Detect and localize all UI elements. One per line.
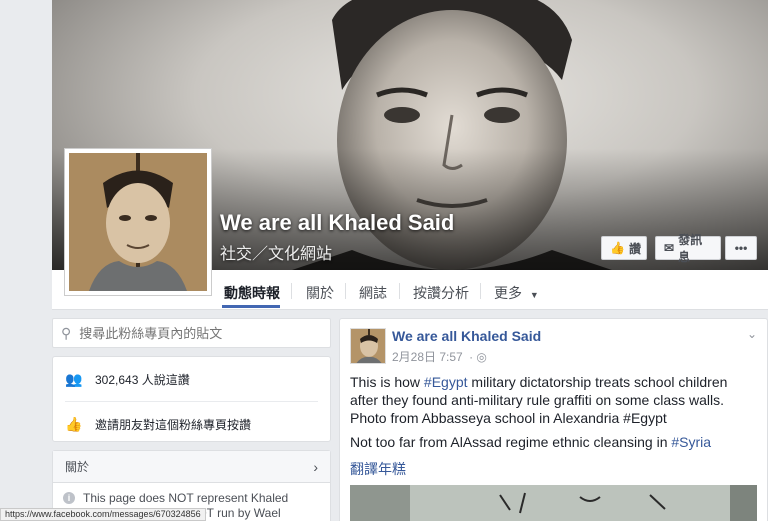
hashtag-egypt[interactable]: #Egypt — [424, 374, 468, 390]
post-timestamp[interactable]: 2月28日 7:57 — [392, 350, 463, 364]
like-button[interactable]: 👍 讚 — [601, 236, 647, 260]
avatar-portrait — [351, 329, 385, 363]
chevron-right-icon: › — [313, 458, 318, 475]
people-icon: 👥 — [65, 370, 83, 387]
tab-divider — [291, 283, 292, 299]
page-post-search[interactable]: ⚲ — [52, 318, 331, 348]
tab-divider — [480, 283, 481, 299]
thumbs-up-icon: 👍 — [65, 415, 83, 432]
more-options-button[interactable]: ••• — [725, 236, 757, 260]
post-text-segment: This is how — [350, 374, 424, 390]
post-photo[interactable] — [350, 485, 757, 521]
post-author-avatar[interactable] — [350, 328, 386, 364]
message-icon: ✉ — [664, 241, 675, 255]
info-icon: i — [63, 492, 75, 504]
likes-count-row[interactable]: 👥 302,643 人說這讚 — [53, 357, 330, 401]
post-text: This is how #Egypt military dictatorship… — [350, 373, 755, 457]
search-input[interactable] — [79, 325, 320, 341]
tab-divider — [399, 283, 400, 299]
post-paragraph-1: This is how #Egypt military dictatorship… — [350, 373, 755, 427]
tab-more[interactable]: 更多 ▼ — [494, 283, 539, 303]
profile-portrait-illustration — [69, 153, 207, 291]
page-stats-card: 👥 302,643 人說這讚 👍 邀請朋友對這個粉絲專頁按讚 — [52, 356, 331, 442]
tab-notes[interactable]: 網誌 — [359, 283, 387, 303]
graffiti-wall-photo — [350, 485, 757, 521]
tab-timeline[interactable]: 動態時報 — [224, 283, 280, 303]
browser-status-bar: https://www.facebook.com/messages/670324… — [0, 508, 206, 521]
tab-divider — [345, 283, 346, 299]
hashtag-syria[interactable]: #Syria — [671, 434, 711, 450]
active-tab-indicator — [222, 305, 280, 308]
profile-picture[interactable] — [64, 148, 212, 296]
page-title[interactable]: We are all Khaled Said — [220, 210, 454, 236]
about-header[interactable]: 關於 › — [53, 451, 330, 483]
thumbs-up-icon: 👍 — [610, 241, 625, 255]
post-author-name[interactable]: We are all Khaled Said — [392, 328, 541, 344]
search-icon: ⚲ — [61, 324, 72, 341]
message-button[interactable]: ✉ 發訊息 — [655, 233, 721, 264]
post-meta: 2月28日 7:57 · ◎ — [392, 348, 487, 365]
likes-count-text: 302,643 人說這讚 — [95, 372, 190, 387]
about-title: 關於 — [65, 460, 90, 474]
like-button-label: 讚 — [628, 241, 641, 256]
page-category[interactable]: 社交／文化網站 — [220, 240, 332, 264]
invite-friends-row[interactable]: 👍 邀請朋友對這個粉絲專頁按讚 — [53, 402, 330, 446]
post-text-segment: Not too far from AlAssad regime ethnic c… — [350, 434, 672, 450]
feed-post: We are all Khaled Said 2月28日 7:57 · ◎ ⌄ … — [339, 318, 768, 521]
invite-friends-text: 邀請朋友對這個粉絲專頁按讚 — [95, 417, 252, 432]
audience-globe-icon[interactable]: · ◎ — [469, 350, 487, 364]
translate-link[interactable]: 翻譯年糕 — [350, 459, 406, 479]
more-options-icon: ••• — [734, 241, 748, 255]
caret-down-icon: ▼ — [529, 290, 539, 300]
post-paragraph-2: Not too far from AlAssad regime ethnic c… — [350, 433, 755, 451]
message-button-label: 發訊息 — [678, 233, 703, 264]
tab-more-label: 更多 — [494, 285, 522, 301]
tab-likes[interactable]: 按讚分析 — [413, 283, 469, 303]
tab-about[interactable]: 關於 — [306, 283, 334, 303]
post-options-chevron-icon[interactable]: ⌄ — [747, 327, 757, 341]
